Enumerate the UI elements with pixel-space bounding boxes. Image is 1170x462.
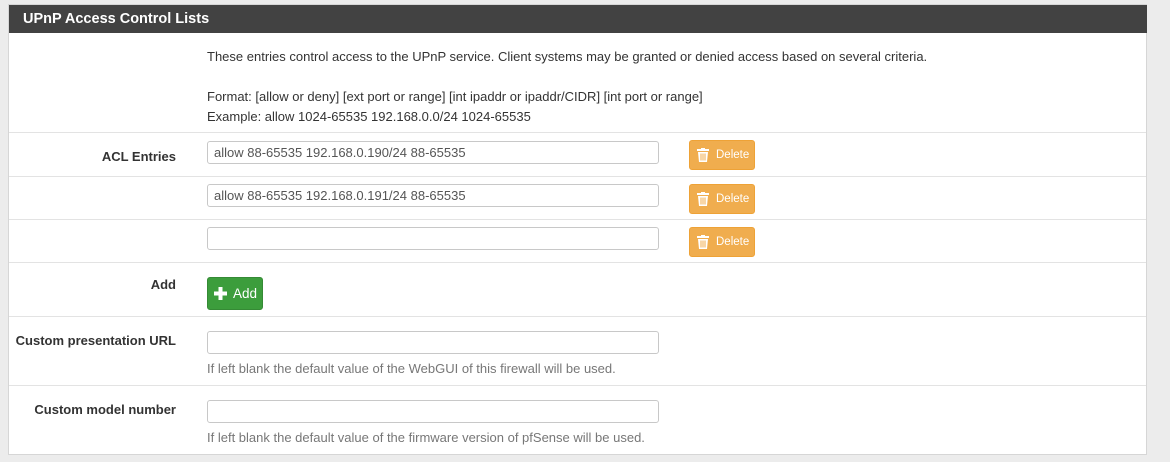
upnp-acl-panel: UPnP Access Control Lists These entries … [8,4,1147,455]
model-number-input[interactable] [207,400,659,423]
presentation-url-row: Custom presentation URL If left blank th… [9,316,1146,385]
intro-row: These entries control access to the UPnP… [9,33,1146,133]
acl-entry-input[interactable] [207,227,659,250]
intro-format: Format: [allow or deny] [ext port or ran… [207,89,703,104]
acl-entry-input[interactable]: allow 88-65535 192.168.0.190/24 88-65535 [207,141,659,164]
add-row: Add Add [9,262,1146,316]
delete-button[interactable]: Delete [689,227,755,257]
acl-entry-row: allow 88-65535 192.168.0.191/24 88-65535… [9,176,1146,219]
presentation-url-label: Custom presentation URL [15,333,176,348]
acl-entry-input[interactable]: allow 88-65535 192.168.0.191/24 88-65535 [207,184,659,207]
model-number-help: If left blank the default value of the f… [207,430,645,445]
acl-entries-label: ACL Entries [101,149,176,164]
model-number-label: Custom model number [34,402,176,417]
add-button[interactable]: Add [207,277,263,310]
add-button-label: Add [233,286,258,301]
delete-button-label: Delete [716,236,750,248]
panel-title: UPnP Access Control Lists [9,5,1147,33]
presentation-url-help: If left blank the default value of the W… [207,361,616,376]
intro-example: Example: allow 1024-65535 192.168.0.0/24… [207,109,531,124]
trash-icon [697,235,709,249]
acl-entry-row: Delete [9,219,1146,262]
delete-button-label: Delete [716,193,750,205]
trash-icon [697,192,709,206]
trash-icon [697,148,709,162]
plus-icon [214,287,227,300]
add-label: Add [150,277,176,292]
acl-entry-row: ACL Entries allow 88-65535 192.168.0.190… [9,132,1146,176]
model-number-row: Custom model number If left blank the de… [9,385,1146,454]
delete-button[interactable]: Delete [689,140,755,170]
presentation-url-input[interactable] [207,331,659,354]
delete-button-label: Delete [716,149,750,161]
delete-button[interactable]: Delete [689,184,755,214]
intro-description: These entries control access to the UPnP… [207,49,928,64]
